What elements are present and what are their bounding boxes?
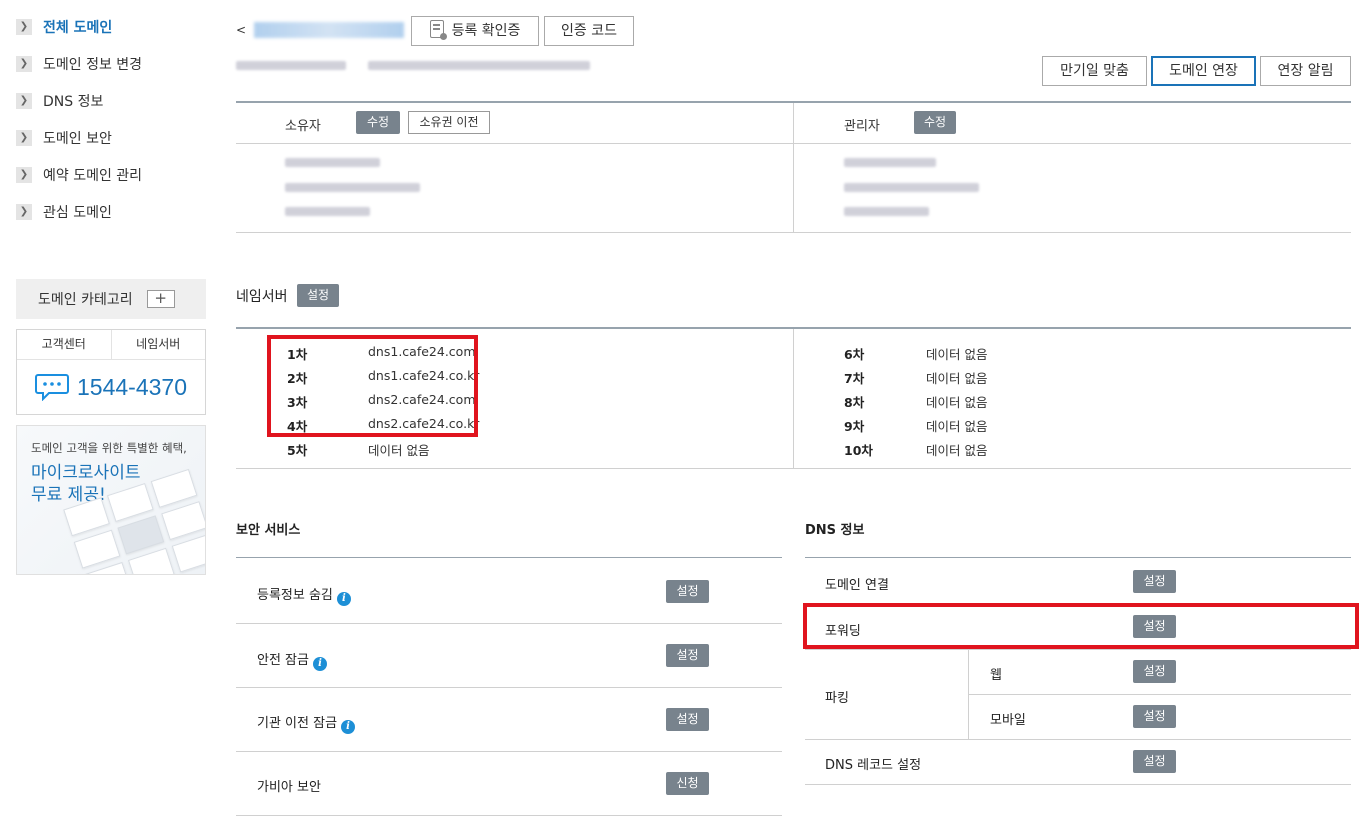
ns-7-value: 데이터 없음 [926,371,988,386]
parking-mobile-set-button[interactable]: 설정 [1133,705,1176,728]
sidebar-item-reserved-domains[interactable]: ❯ 예약 도메인 관리 [16,156,216,193]
admin-label: 관리자 [844,119,880,134]
sidebar-item-label: 도메인 보안 [43,130,112,147]
parking-label: 파킹 [825,691,849,706]
dns-title: DNS 정보 [805,523,865,538]
owner-label: 소유자 [285,119,321,134]
admin-edit-button[interactable]: 수정 [914,111,956,134]
chevron-right-icon: ❯ [16,203,32,220]
tab-nameserver[interactable]: 네임서버 [110,330,206,359]
security-row-label: 등록정보 숨김 i [257,584,351,606]
registration-certificate-button[interactable]: 등록 확인증 [411,16,539,46]
sidebar-item-domain-info-change[interactable]: ❯ 도메인 정보 변경 [16,45,216,82]
sidebar-item-label: 예약 도메인 관리 [43,167,143,184]
sidebar-item-watched-domains[interactable]: ❯ 관심 도메인 [16,193,216,230]
info-icon[interactable]: i [341,720,356,734]
ns-5-value: 데이터 없음 [368,443,430,458]
support-phone: 1544-4370 [77,373,187,400]
info-icon[interactable]: i [336,592,351,606]
owner-edit-button[interactable]: 수정 [356,111,400,134]
add-category-button[interactable]: + [146,290,175,308]
registration-certificate-label: 등록 확인증 [451,23,521,39]
support-box: 고객센터 네임서버 1544-4370 [16,329,206,415]
ns-9-no: 9차 [844,419,865,434]
ns-6-value: 데이터 없음 [926,347,988,362]
domain-category-box: 도메인 카테고리 + [16,279,206,319]
owner-name-redacted [285,158,380,167]
nameserver-highlight-box [267,335,478,437]
ns-8-no: 8차 [844,395,865,410]
chevron-right-icon: ❯ [16,129,32,146]
domain-link-set-button[interactable]: 설정 [1133,570,1176,593]
gabia-security-apply-button[interactable]: 신청 [666,772,709,795]
ns-10-value: 데이터 없음 [926,443,988,458]
chevron-right-icon: ❯ [16,55,32,72]
admin-email-redacted [844,183,979,192]
parking-mobile-label: 모바일 [990,713,1026,728]
security-title: 보안 서비스 [236,523,301,538]
info-icon[interactable]: i [312,657,327,671]
nameserver-set-button[interactable]: 설정 [297,284,339,307]
domain-name-redacted [254,22,404,38]
ns-10-no: 10차 [844,443,873,458]
admin-name-redacted [844,158,936,167]
parking-web-label: 웹 [990,668,1002,683]
back-button[interactable]: < [236,23,246,37]
admin-phone-redacted [844,207,929,216]
sidebar-item-label: 전체 도메인 [43,19,113,36]
sidebar-item-label: 도메인 정보 변경 [43,56,143,73]
security-row-label: 가비아 보안 [257,780,321,795]
renewal-alert-button[interactable]: 연장 알림 [1260,56,1351,86]
domain-category-label: 도메인 카테고리 [38,292,133,308]
match-expiry-button[interactable]: 만기일 맞춤 [1042,56,1147,86]
security-row-label: 기관 이전 잠금 i [257,712,356,734]
sidebar-item-label: 관심 도메인 [43,204,112,221]
expiry-info-redacted [368,61,590,70]
sidebar-nav: ❯ 전체 도메인 ❯ 도메인 정보 변경 ❯ DNS 정보 ❯ 도메인 보안 ❯… [16,8,216,230]
promo-title-line1: 마이크로사이트 [31,463,141,483]
parking-web-set-button[interactable]: 설정 [1133,660,1176,683]
ns-7-no: 7차 [844,371,865,386]
sidebar-item-all-domains[interactable]: ❯ 전체 도메인 [16,8,216,45]
owner-transfer-button[interactable]: 소유권 이전 [408,111,490,134]
renew-domain-button[interactable]: 도메인 연장 [1151,56,1256,86]
auth-code-button[interactable]: 인증 코드 [544,16,634,46]
registration-date-redacted [236,61,346,70]
nameserver-title: 네임서버 [236,289,288,305]
promo-subtitle: 도메인 고객을 위한 특별한 혜택, [31,441,187,455]
ns-5-no: 5차 [287,443,308,458]
chat-bubble-icon [35,374,69,401]
forwarding-highlight-box [803,603,1359,649]
sidebar-item-dns-info[interactable]: ❯ DNS 정보 [16,82,216,119]
ns-9-value: 데이터 없음 [926,419,988,434]
sidebar-item-domain-security[interactable]: ❯ 도메인 보안 [16,119,216,156]
transfer-lock-set-button[interactable]: 설정 [666,708,709,731]
domain-link-label: 도메인 연결 [825,578,889,593]
sidebar-item-label: DNS 정보 [43,93,104,110]
chevron-right-icon: ❯ [16,18,32,35]
security-row-label: 안전 잠금 i [257,649,327,671]
dns-record-label: DNS 레코드 설정 [825,758,922,773]
hide-registration-set-button[interactable]: 설정 [666,580,709,603]
tab-customer-center[interactable]: 고객센터 [17,330,111,359]
owner-email-redacted [285,183,420,192]
ns-8-value: 데이터 없음 [926,395,988,410]
dns-record-set-button[interactable]: 설정 [1133,750,1176,773]
certificate-icon [429,20,447,40]
ns-6-no: 6차 [844,347,865,362]
owner-phone-redacted [285,207,370,216]
chevron-right-icon: ❯ [16,92,32,109]
safe-lock-set-button[interactable]: 설정 [666,644,709,667]
microsite-promo-banner[interactable]: 도메인 고객을 위한 특별한 혜택, 마이크로사이트 무료 제공! [16,425,206,575]
chevron-right-icon: ❯ [16,166,32,183]
